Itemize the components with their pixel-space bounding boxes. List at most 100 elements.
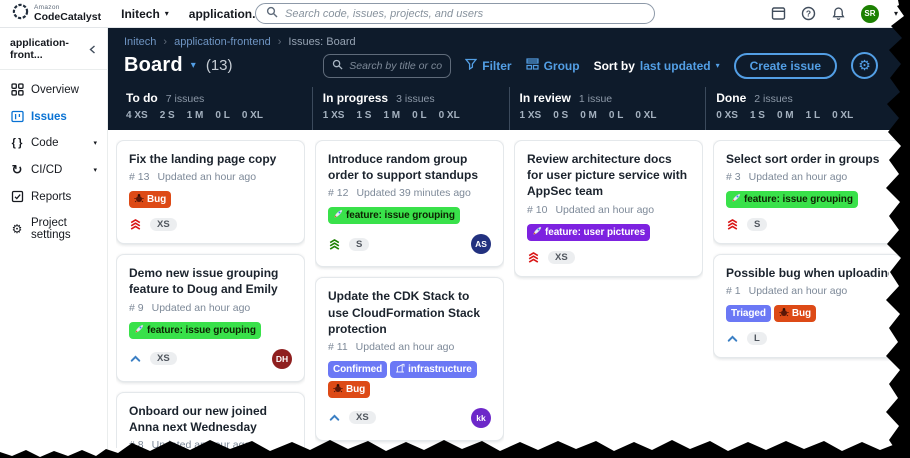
label-badge: Triaged [726, 305, 771, 323]
issue-card[interactable]: Onboard our new joined Anna next Wednesd… [116, 391, 305, 448]
issue-updated: Updated an hour ago [748, 171, 848, 184]
chevron-down-icon: ▾ [93, 140, 97, 147]
sidebar-item-project-settings[interactable]: ⚙ Project settings [0, 210, 107, 248]
project-sidebar: application-front... Overview Issues {}… [0, 28, 108, 458]
issue-updated: Updated an hour ago [157, 171, 257, 184]
chevron-down-icon: ▾ [164, 9, 169, 18]
breadcrumb-separator: › [277, 36, 282, 48]
column-header-to-do: To do 7 issues 4 XS 2 S1 M0 L0 XL [116, 87, 312, 130]
help-icon[interactable]: ? [801, 6, 816, 21]
reports-icon [10, 190, 24, 203]
priority-icon [129, 352, 142, 365]
sidebar-project-header: application-front... [0, 28, 107, 70]
sidebar-item-reports[interactable]: Reports [0, 183, 107, 210]
issue-updated: Updated an hour ago [748, 285, 848, 298]
sidebar-item-label: Code [31, 137, 59, 149]
apps-icon[interactable] [771, 6, 786, 21]
issue-title: Fix the landing page copy [129, 152, 277, 166]
board-settings-button[interactable]: ⚙ [851, 52, 878, 79]
issue-card[interactable]: Demo new issue grouping feature to Doug … [116, 254, 305, 382]
column-headers: To do 7 issues 4 XS 2 S1 M0 L0 XL In progres… [116, 87, 902, 130]
assignee-avatar: AS [471, 234, 491, 255]
issue-id: # 13 [129, 171, 150, 184]
issues-board-icon [10, 110, 24, 123]
label-badge: infrastructure [390, 360, 477, 378]
group-button[interactable]: Group [525, 58, 580, 73]
filter-button[interactable]: Filter [464, 58, 512, 73]
column-size-counts: 0 XS 1 S0 M1 L0 XL [716, 110, 854, 121]
size-badge: XS [548, 250, 575, 264]
label-badge: feature: user pictures [527, 223, 651, 241]
sidebar-item-cicd[interactable]: ↻ CI/CD ▾ [0, 156, 107, 183]
filter-funnel-icon [464, 58, 478, 73]
global-search-input[interactable] [285, 7, 644, 20]
issue-card[interactable]: Introduce random group order to support … [315, 140, 504, 268]
issue-title: Introduce random group order to support … [328, 152, 478, 183]
size-badge: L [747, 332, 767, 346]
issue-meta: # 13 Updated an hour ago [129, 171, 292, 183]
assignee-avatar: DH [272, 348, 292, 369]
size-badge: S [349, 237, 370, 251]
sidebar-item-code[interactable]: { } Code ▾ [0, 130, 107, 156]
priority-icon [129, 218, 142, 231]
search-icon [332, 57, 343, 75]
issue-card[interactable]: Review architecture docs for user pictur… [514, 140, 703, 277]
search-icon [266, 5, 278, 23]
space-selector[interactable]: Initech ▾ [121, 7, 169, 21]
chevron-down-icon: ▾ [93, 166, 97, 174]
code-braces-icon: { } [11, 136, 23, 149]
kanban-board: Fix the landing page copy # 13 Updated an … [108, 130, 910, 458]
breadcrumb-link-project[interactable]: application-frontend [174, 36, 271, 48]
issue-meta: # 8 Updated an hour ago [129, 439, 292, 448]
rocket-icon [333, 209, 343, 222]
board-columns: Fix the landing page copy # 13 Updated an … [116, 140, 902, 448]
sort-by-label: Sort by [593, 58, 635, 73]
board-column-in-review: Review architecture docs for user pictur… [514, 140, 703, 448]
issue-title: Review architecture docs for user pictur… [527, 152, 688, 199]
issue-id: # 1 [726, 285, 741, 298]
breadcrumb-link-space[interactable]: Initech [124, 36, 156, 48]
issue-meta: # 10 Updated an hour ago [527, 204, 690, 216]
sidebar-item-label: Issues [31, 110, 67, 123]
issue-card[interactable]: Update the CDK Stack to use CloudFormati… [315, 277, 504, 441]
chevron-down-icon[interactable]: ▾ [894, 9, 898, 18]
user-avatar[interactable]: SR [860, 4, 879, 23]
issue-count: (13) [205, 57, 233, 74]
sort-value-button[interactable]: last updated ▾ [640, 59, 720, 73]
codecatalyst-logo[interactable]: Amazon CodeCatalyst [12, 3, 101, 25]
issue-card[interactable]: Select sort order in groups # 3 Updated an… [713, 140, 902, 245]
view-switcher-chevron-icon[interactable]: ▾ [191, 60, 196, 71]
brand-name: CodeCatalyst [34, 11, 102, 23]
column-issue-count: 3 issues [396, 93, 435, 105]
codecatalyst-logo-icon [12, 3, 29, 25]
issue-id: # 9 [129, 301, 144, 314]
group-icon [525, 58, 539, 73]
label-badge: Confirmed [328, 360, 388, 378]
collapse-sidebar-icon[interactable] [88, 44, 97, 54]
label-badge: feature: issue grouping [726, 191, 858, 209]
column-name: To do [126, 91, 158, 105]
sidebar-item-issues[interactable]: Issues [0, 103, 107, 130]
breadcrumb-current: Issues: Board [288, 36, 356, 48]
chevron-down-icon: ▾ [715, 61, 720, 70]
size-badge: XS [150, 352, 177, 366]
label-badge: Bug [773, 305, 817, 323]
create-issue-button[interactable]: Create issue [733, 52, 837, 79]
board-search-input[interactable] [349, 59, 443, 72]
issue-title: Onboard our new joined Anna next Wednesd… [129, 403, 267, 434]
issue-id: # 3 [726, 171, 741, 184]
issue-updated: Updated an hour ago [355, 340, 455, 353]
issue-meta: # 9 Updated an hour ago [129, 302, 292, 314]
board-header: Initech › application-frontend › Issues:… [108, 28, 910, 130]
issue-card[interactable]: Fix the landing page copy # 13 Updated an … [116, 140, 305, 245]
sidebar-item-overview[interactable]: Overview [0, 76, 107, 103]
priority-icon [328, 238, 341, 251]
priority-icon [527, 251, 540, 264]
column-name: In progress [322, 91, 389, 105]
board-search [323, 53, 452, 78]
priority-icon [726, 332, 739, 345]
issue-card[interactable]: Possible bug when uploading images using… [713, 254, 902, 359]
sidebar-project-name: application-front... [10, 37, 69, 61]
notifications-bell-icon[interactable] [831, 6, 846, 21]
priority-icon [726, 218, 739, 231]
